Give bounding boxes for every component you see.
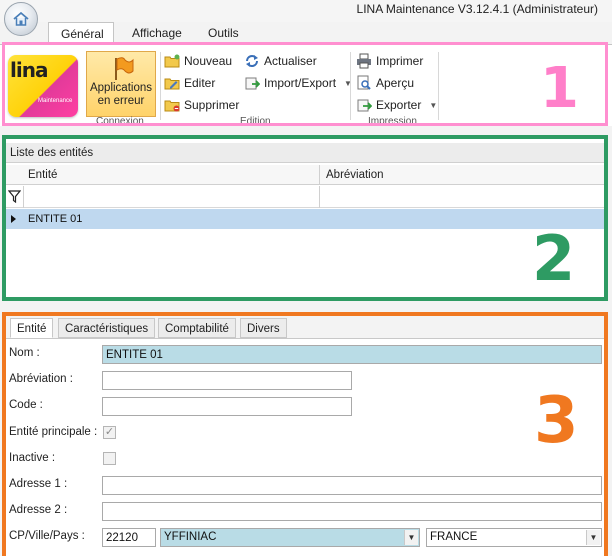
- supprimer-button[interactable]: Supprimer: [164, 95, 239, 115]
- inactive-label: Inactive :: [9, 452, 56, 464]
- section-number-3: 3: [534, 384, 579, 458]
- edit-folder-icon: [164, 78, 180, 90]
- chevron-down-icon[interactable]: ▼: [404, 530, 418, 545]
- adresse2-label: Adresse 2 :: [9, 504, 68, 516]
- code-postal-field[interactable]: [102, 528, 156, 547]
- logo-tag: Maintenance: [38, 98, 73, 104]
- preview-icon: [357, 75, 371, 90]
- row-indicator-icon: [11, 215, 16, 223]
- app-title: LINA Maintenance V3.12.4.1 (Administrate…: [356, 2, 598, 16]
- ribbon-separator: [160, 52, 161, 120]
- table-row[interactable]: ENTITE 01: [6, 209, 606, 229]
- adresse2-field[interactable]: [102, 502, 602, 521]
- import-export-label: Import/Export: [264, 76, 337, 90]
- code-label: Code :: [9, 399, 43, 411]
- cp-ville-pays-label: CP/Ville/Pays :: [9, 530, 85, 542]
- column-divider: [23, 186, 24, 208]
- ribbon-separator: [438, 52, 439, 120]
- grid-header: Entité Abréviation: [6, 165, 606, 185]
- pays-select[interactable]: FRANCE ▼: [426, 528, 602, 547]
- exporter-button[interactable]: Exporter ▼: [356, 95, 437, 115]
- group-edition-label: Edition: [240, 116, 271, 127]
- entite-principale-checkbox[interactable]: ✓: [103, 426, 116, 439]
- ville-value: YFFINIAC: [164, 531, 217, 543]
- cell-entite[interactable]: ENTITE 01: [25, 209, 82, 229]
- nom-label: Nom :: [9, 347, 40, 359]
- export-icon: [357, 99, 372, 112]
- imprimer-label: Imprimer: [376, 54, 424, 68]
- tab-affichage[interactable]: Affichage: [120, 22, 194, 44]
- apercu-button[interactable]: Aperçu: [356, 73, 414, 93]
- ribbon-separator: [350, 52, 351, 120]
- section-number-1: 1: [540, 56, 579, 121]
- supprimer-label: Supprimer: [184, 98, 240, 112]
- pays-value: FRANCE: [430, 531, 478, 543]
- tab-caracteristiques[interactable]: Caractéristiques: [58, 318, 156, 338]
- group-impression-label: Impression: [368, 116, 417, 127]
- tab-comptabilite[interactable]: Comptabilité: [158, 318, 236, 338]
- ville-select[interactable]: YFFINIAC ▼: [160, 528, 420, 547]
- abreviation-label: Abréviation :: [9, 373, 73, 385]
- delete-folder-icon: [164, 100, 180, 112]
- applications-en-erreur-label: Applications en erreur: [89, 82, 152, 107]
- inactive-checkbox[interactable]: [103, 452, 116, 465]
- column-divider: [319, 165, 320, 185]
- exporter-label: Exporter: [376, 98, 422, 112]
- adresse1-field[interactable]: [102, 476, 602, 495]
- editer-button[interactable]: Editer: [164, 73, 215, 93]
- nouveau-label: Nouveau: [184, 54, 233, 68]
- nouveau-button[interactable]: Nouveau: [164, 51, 232, 71]
- cell-abreviation[interactable]: [322, 209, 325, 229]
- nom-field[interactable]: [102, 345, 602, 364]
- flag-icon: [115, 57, 134, 80]
- import-export-icon: [245, 77, 260, 90]
- tab-entite[interactable]: Entité: [10, 318, 54, 338]
- entity-list-title: Liste des entités: [6, 143, 606, 163]
- new-folder-icon: [164, 54, 180, 68]
- home-icon: [13, 11, 29, 26]
- abreviation-field[interactable]: [102, 371, 352, 390]
- entite-principale-label: Entité principale :: [9, 426, 98, 438]
- group-connexion-label: Connexion: [96, 116, 144, 127]
- editer-label: Editer: [184, 76, 216, 90]
- column-entite[interactable]: Entité: [24, 165, 57, 185]
- code-field[interactable]: [102, 397, 352, 416]
- applications-en-erreur-button[interactable]: Applications en erreur: [86, 51, 156, 117]
- actualiser-button[interactable]: Actualiser: [244, 51, 317, 71]
- tab-divers[interactable]: Divers: [240, 318, 287, 338]
- filter-row[interactable]: [6, 186, 606, 208]
- column-divider: [319, 186, 320, 208]
- column-abreviation[interactable]: Abréviation: [322, 165, 384, 185]
- section-number-2: 2: [532, 222, 576, 295]
- printer-icon: [357, 53, 371, 69]
- home-button[interactable]: [4, 2, 38, 36]
- filter-icon[interactable]: [8, 190, 21, 203]
- apercu-label: Aperçu: [376, 76, 415, 90]
- import-export-button[interactable]: Import/Export ▼: [244, 73, 352, 93]
- tab-general[interactable]: Général: [48, 22, 114, 44]
- tab-outils[interactable]: Outils: [196, 22, 251, 44]
- dropdown-arrow-icon: ▼: [429, 100, 438, 110]
- adresse1-label: Adresse 1 :: [9, 478, 68, 490]
- chevron-down-icon[interactable]: ▼: [586, 530, 600, 545]
- actualiser-label: Actualiser: [264, 54, 317, 68]
- imprimer-button[interactable]: Imprimer: [356, 51, 423, 71]
- logo-word: lina: [10, 58, 48, 82]
- refresh-icon: [246, 55, 258, 67]
